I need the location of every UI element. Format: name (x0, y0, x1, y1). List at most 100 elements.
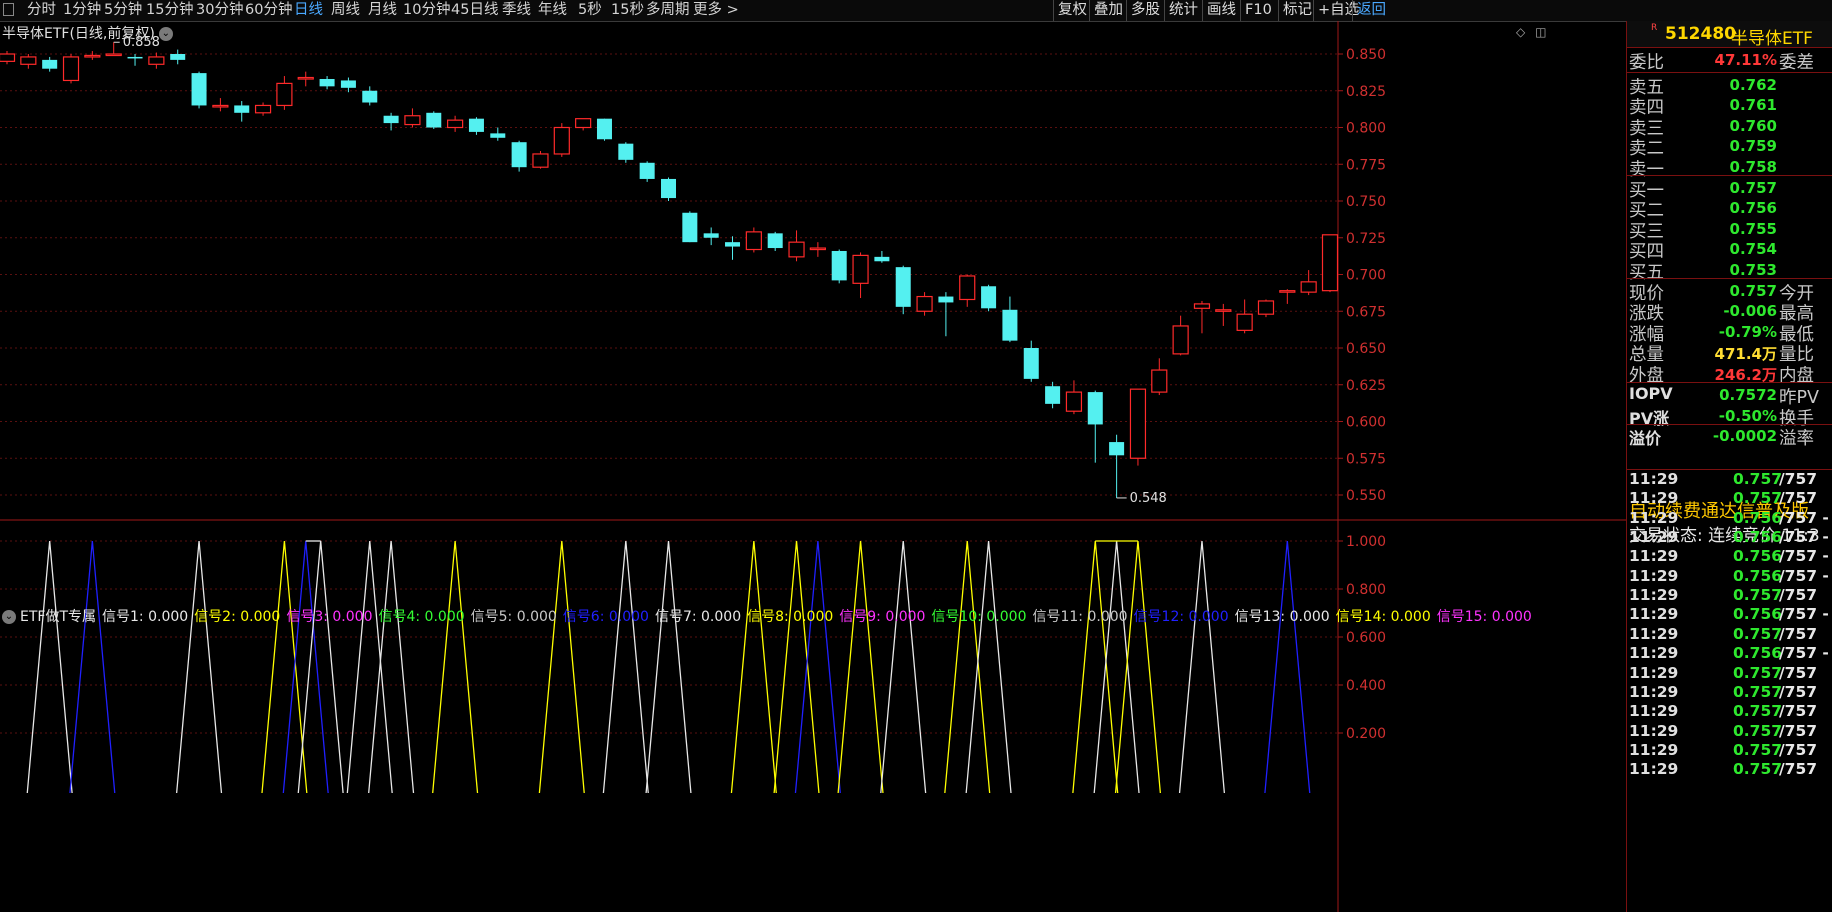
toolbar-button[interactable]: 复权 (1058, 0, 1087, 21)
tick-time: 11:29 (1629, 528, 1679, 547)
signal-line (602, 540, 649, 794)
candle-body-up (1236, 313, 1253, 331)
tick-volume: /757 (1779, 740, 1818, 759)
period-tab[interactable]: 30分钟 (196, 0, 243, 21)
candle-body-down (426, 112, 442, 128)
panel-toggle-icon[interactable] (3, 3, 14, 16)
price-axis-label: 0.750 (1346, 194, 1386, 210)
chart-settings-icon[interactable]: ⌄ (158, 27, 173, 41)
weibi-row: 委比 47.11% 委差 (1627, 48, 1832, 73)
candle-body-down (340, 80, 356, 88)
buy-level-value: 0.756 (1729, 199, 1777, 218)
tick-time: 11:29 (1629, 702, 1679, 721)
signal-line (69, 540, 116, 794)
candle-body-down (362, 90, 378, 103)
period-tab[interactable]: 周线 (331, 0, 360, 21)
candle-body-up (788, 241, 805, 258)
buy-level-value: 0.757 (1729, 179, 1777, 197)
candle-body-down (874, 256, 890, 262)
indicator-axis-label: 0.200 (1346, 726, 1386, 742)
candle-body-up (20, 56, 37, 65)
period-tab[interactable]: 更多 > (693, 0, 739, 21)
period-tab[interactable]: 日线 (294, 0, 323, 21)
candle-body-up (62, 56, 80, 82)
period-tab[interactable]: 年线 (538, 0, 567, 21)
candle-body-down (981, 286, 997, 309)
stock-name[interactable]: 半导体ETF (1731, 24, 1813, 49)
price-axis-label: 0.550 (1346, 488, 1386, 504)
tick-row: 11:29 0.757/757 (1627, 760, 1832, 782)
candle-body-down (191, 73, 207, 106)
signal-legend-item: 信号14: 0.000 (1335, 609, 1431, 625)
candle-body-up (532, 153, 549, 168)
candle-body-down (596, 118, 612, 140)
window-icon[interactable]: ◫ (1535, 25, 1546, 39)
tick-time: 11:29 (1629, 547, 1679, 566)
toolbar-button[interactable]: 叠加 (1094, 0, 1123, 21)
quote-stat-value: -0.79% (1718, 322, 1777, 341)
chart-title: 半导体ETF(日线,前复权) (2, 26, 155, 42)
candle-body-up (212, 104, 229, 108)
indicator-axis-label: 0.400 (1346, 678, 1386, 694)
tick-time: 11:29 (1629, 663, 1679, 682)
toolbar-button[interactable]: 返回 (1357, 0, 1386, 21)
tick-price: 0.757 (1733, 721, 1783, 740)
tick-price: 0.756 (1733, 644, 1783, 663)
period-tab[interactable]: 月线 (368, 0, 397, 21)
period-tab[interactable]: 5分钟 (104, 0, 142, 21)
tick-volume: /757 - (1779, 547, 1829, 566)
tick-time: 11:29 (1629, 721, 1679, 740)
toolbar-button[interactable]: F10 (1245, 0, 1272, 21)
candle-body-down (383, 115, 399, 124)
period-tab[interactable]: 15秒 (611, 0, 644, 21)
price-axis-label: 0.825 (1346, 84, 1386, 100)
period-tab[interactable]: 45日线 (451, 0, 498, 21)
signal-legend-item: 信号4: 0.000 (378, 609, 465, 625)
chart-corner-icons: ◇ ◫ (1516, 25, 1546, 39)
period-tab[interactable]: 分时 (27, 0, 56, 21)
diamond-icon[interactable]: ◇ (1516, 25, 1525, 39)
candle-body-down (170, 54, 186, 60)
period-tab[interactable]: 1分钟 (63, 0, 101, 21)
candle-body-up (1300, 281, 1317, 293)
period-tab[interactable]: 5秒 (578, 0, 602, 21)
toolbar-button[interactable]: 统计 (1169, 0, 1198, 21)
period-tab[interactable]: 多周期 (646, 0, 690, 21)
sell-level-value: 0.762 (1729, 76, 1777, 94)
candle-body-down (703, 233, 719, 238)
stock-code[interactable]: 512480 (1665, 24, 1736, 44)
quote-stat-value: -0.006 (1723, 302, 1777, 321)
signal-line (282, 540, 329, 794)
pv-stat-label: 溢价 (1629, 429, 1662, 449)
indicator-name[interactable]: ETF做T专属 (20, 609, 96, 625)
toolbar-button[interactable]: 标记 (1283, 0, 1312, 21)
tick-volume: /757 (1779, 760, 1818, 779)
signal-line (837, 540, 884, 794)
weicha-label: 委差 (1779, 53, 1814, 73)
signal-line (773, 540, 820, 794)
indicator-settings-icon[interactable]: ⌄ (2, 610, 16, 624)
pv-stat-label: IOPV (1629, 384, 1673, 403)
price-axis-label: 0.650 (1346, 341, 1386, 357)
candle-body-down (490, 133, 506, 138)
toolbar-button[interactable]: 多股 (1131, 0, 1160, 21)
signal-legend-item: 信号1: 0.000 (102, 609, 189, 625)
period-tab[interactable]: 15分钟 (146, 0, 193, 21)
tick-volume: /757 - (1779, 508, 1829, 527)
signal-line (1114, 540, 1162, 794)
candle-body-down (319, 78, 335, 87)
price-axis-label: 0.675 (1346, 304, 1386, 320)
signal-legend-item: 信号7: 0.000 (654, 609, 742, 625)
signal-legend-item: 信号2: 0.000 (194, 609, 281, 625)
candle-body-up (852, 254, 869, 284)
toolbar-button[interactable]: 画线 (1207, 0, 1236, 21)
kline-chart[interactable]: 0.850 0.825 0.800 0.775 0.750 0.725 0.700 0.675… (0, 21, 1626, 912)
sell-level-value: 0.761 (1729, 96, 1777, 115)
signal-line (261, 540, 308, 794)
period-tab[interactable]: 季线 (502, 0, 531, 21)
candle-body-up (1172, 325, 1189, 355)
signal-line (880, 540, 927, 794)
period-tab[interactable]: 60分钟 (245, 0, 292, 21)
tick-volume: /757 (1779, 721, 1818, 740)
period-tab[interactable]: 10分钟 (403, 0, 450, 21)
